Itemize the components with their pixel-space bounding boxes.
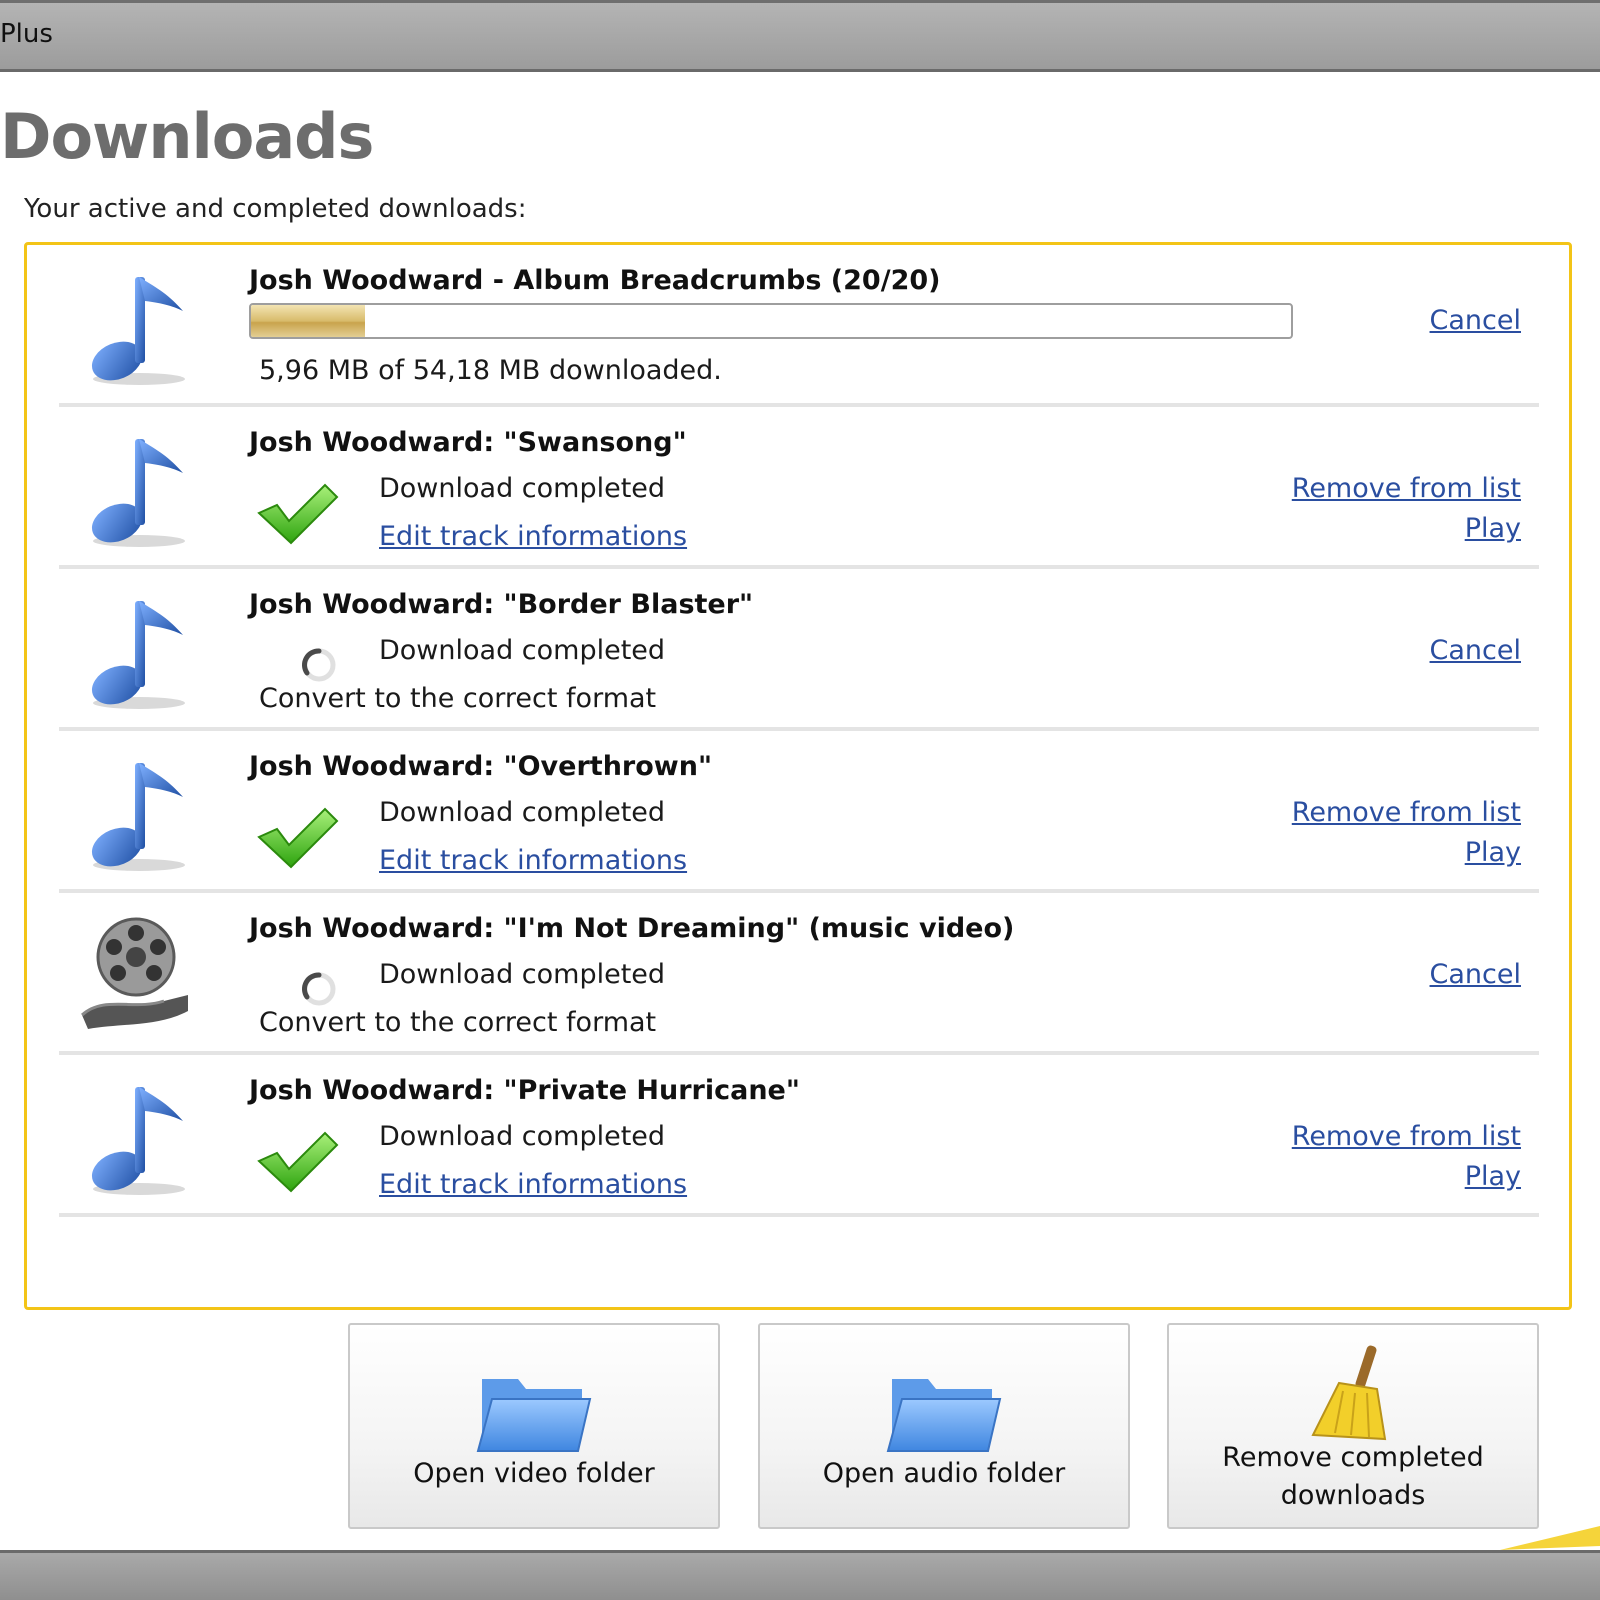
download-size-text: 5,96 MB of 54,18 MB downloaded. [259, 355, 722, 386]
download-title: Josh Woodward: "Swansong" [249, 427, 687, 458]
edit-track-info-link[interactable]: Edit track informations [379, 845, 687, 876]
folder-icon [884, 1365, 1004, 1455]
download-item-album: Josh Woodward - Album Breadcrumbs (20/20… [59, 245, 1539, 407]
window-bottom-bar [0, 1550, 1600, 1600]
decorative-accent [1500, 1526, 1600, 1550]
remove-completed-downloads-button[interactable]: Remove completed downloads [1167, 1323, 1539, 1529]
cancel-link[interactable]: Cancel [1430, 959, 1521, 990]
music-note-icon [79, 591, 199, 711]
music-note-icon [79, 429, 199, 549]
download-title: Josh Woodward - Album Breadcrumbs (20/20… [249, 265, 941, 296]
edit-track-info-link[interactable]: Edit track informations [379, 521, 687, 552]
checkmark-icon [255, 1125, 339, 1195]
open-audio-folder-button[interactable]: Open audio folder [758, 1323, 1130, 1529]
download-title: Josh Woodward: "I'm Not Dreaming" (music… [249, 913, 1015, 944]
progress-bar [249, 303, 1293, 339]
download-title: Josh Woodward: "Private Hurricane" [249, 1075, 800, 1106]
button-label: Open video folder [413, 1458, 655, 1489]
remove-from-list-link[interactable]: Remove from list [1292, 797, 1521, 828]
remove-from-list-link[interactable]: Remove from list [1292, 1121, 1521, 1152]
music-note-icon [79, 753, 199, 873]
window-title: Plus [0, 19, 53, 49]
download-status: Download completed [379, 1121, 666, 1152]
cancel-link[interactable]: Cancel [1430, 635, 1521, 666]
download-status: Download completed [379, 959, 666, 990]
download-item: Josh Woodward: "Swansong" Download compl… [59, 407, 1539, 569]
spinner-icon [299, 645, 339, 685]
folder-icon [474, 1365, 594, 1455]
remove-from-list-link[interactable]: Remove from list [1292, 473, 1521, 504]
checkmark-icon [255, 801, 339, 871]
music-note-icon [79, 267, 199, 387]
conversion-status: Convert to the correct format [259, 1007, 657, 1038]
download-item: Josh Woodward: "Border Blaster" Download… [59, 569, 1539, 731]
play-link[interactable]: Play [1465, 837, 1521, 868]
edit-track-info-link[interactable]: Edit track informations [379, 1169, 687, 1200]
button-label: Open audio folder [822, 1458, 1066, 1489]
play-link[interactable]: Play [1465, 513, 1521, 544]
film-reel-icon [69, 915, 199, 1035]
download-item: Josh Woodward: "Private Hurricane" Downl… [59, 1055, 1539, 1217]
row-divider [59, 1213, 1539, 1217]
download-title: Josh Woodward: "Overthrown" [249, 751, 713, 782]
conversion-status: Convert to the correct format [259, 683, 657, 714]
window-title-bar: Plus [0, 0, 1600, 72]
open-video-folder-button[interactable]: Open video folder [348, 1323, 720, 1529]
button-label: Remove completed downloads [1222, 1442, 1484, 1511]
cancel-link[interactable]: Cancel [1430, 305, 1521, 336]
page-title: Downloads [0, 100, 374, 173]
music-note-icon [79, 1077, 199, 1197]
download-title: Josh Woodward: "Border Blaster" [249, 589, 754, 620]
downloads-list: Josh Woodward - Album Breadcrumbs (20/20… [24, 242, 1572, 1310]
download-item: Josh Woodward: "I'm Not Dreaming" (music… [59, 893, 1539, 1055]
progress-bar-fill [251, 305, 366, 337]
download-status: Download completed [379, 473, 666, 504]
spinner-icon [299, 969, 339, 1009]
download-status: Download completed [379, 797, 666, 828]
download-status: Download completed [379, 635, 666, 666]
broom-icon [1293, 1343, 1413, 1443]
checkmark-icon [255, 477, 339, 547]
play-link[interactable]: Play [1465, 1161, 1521, 1192]
page-subtitle: Your active and completed downloads: [24, 194, 527, 224]
download-item: Josh Woodward: "Overthrown" Download com… [59, 731, 1539, 893]
